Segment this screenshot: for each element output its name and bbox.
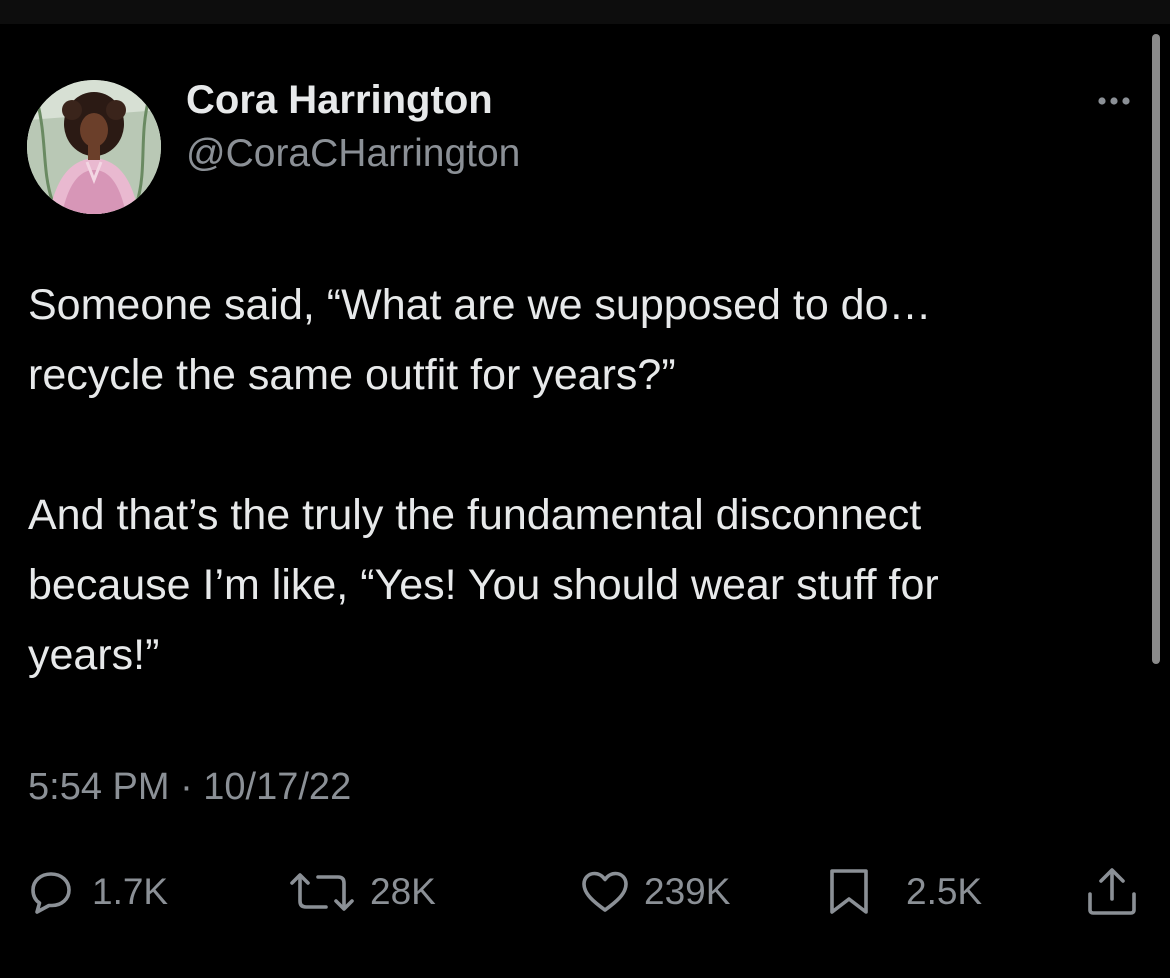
reply-button[interactable]: 1.7K	[28, 862, 168, 922]
tweet-text-line: years!”	[28, 631, 160, 679]
tweet-text: Someone said, “What are we supposed to d…	[28, 270, 1138, 690]
share-button[interactable]	[1084, 862, 1140, 922]
avatar[interactable]	[27, 80, 161, 214]
like-count: 239K	[644, 871, 731, 912]
heart-icon	[580, 869, 630, 915]
reply-count: 1.7K	[92, 871, 169, 912]
tweet-text-line: because I’m like, “Yes! You should wear …	[28, 561, 939, 609]
action-bar: 1.7K 28K 239K 2.5K	[0, 862, 1170, 922]
author-handle[interactable]: @CoraCHarrington	[186, 132, 520, 176]
bookmark-button[interactable]: 2.5K	[826, 862, 982, 922]
tweet: Cora Harrington @CoraCHarrington Someone…	[0, 24, 1170, 978]
share-icon	[1084, 866, 1140, 918]
retweet-button[interactable]: 28K	[286, 862, 436, 922]
retweet-count: 28K	[370, 871, 436, 912]
tweet-text-line: recycle the same outfit for years?”	[28, 351, 676, 399]
more-icon[interactable]	[1088, 86, 1140, 116]
tweet-text-line: Someone said, “What are we supposed to d…	[28, 281, 932, 329]
tweet-text-line: And that’s the truly the fundamental dis…	[28, 491, 922, 539]
retweet-icon	[286, 869, 358, 915]
avatar-image	[27, 80, 161, 214]
bookmark-icon	[826, 867, 872, 917]
bookmark-count: 2.5K	[906, 871, 983, 912]
like-button[interactable]: 239K	[580, 862, 730, 922]
reply-icon	[28, 869, 74, 915]
tweet-timestamp[interactable]: 5:54 PM · 10/17/22	[28, 766, 351, 809]
top-strip	[0, 0, 1170, 24]
author-name[interactable]: Cora Harrington	[186, 78, 493, 123]
